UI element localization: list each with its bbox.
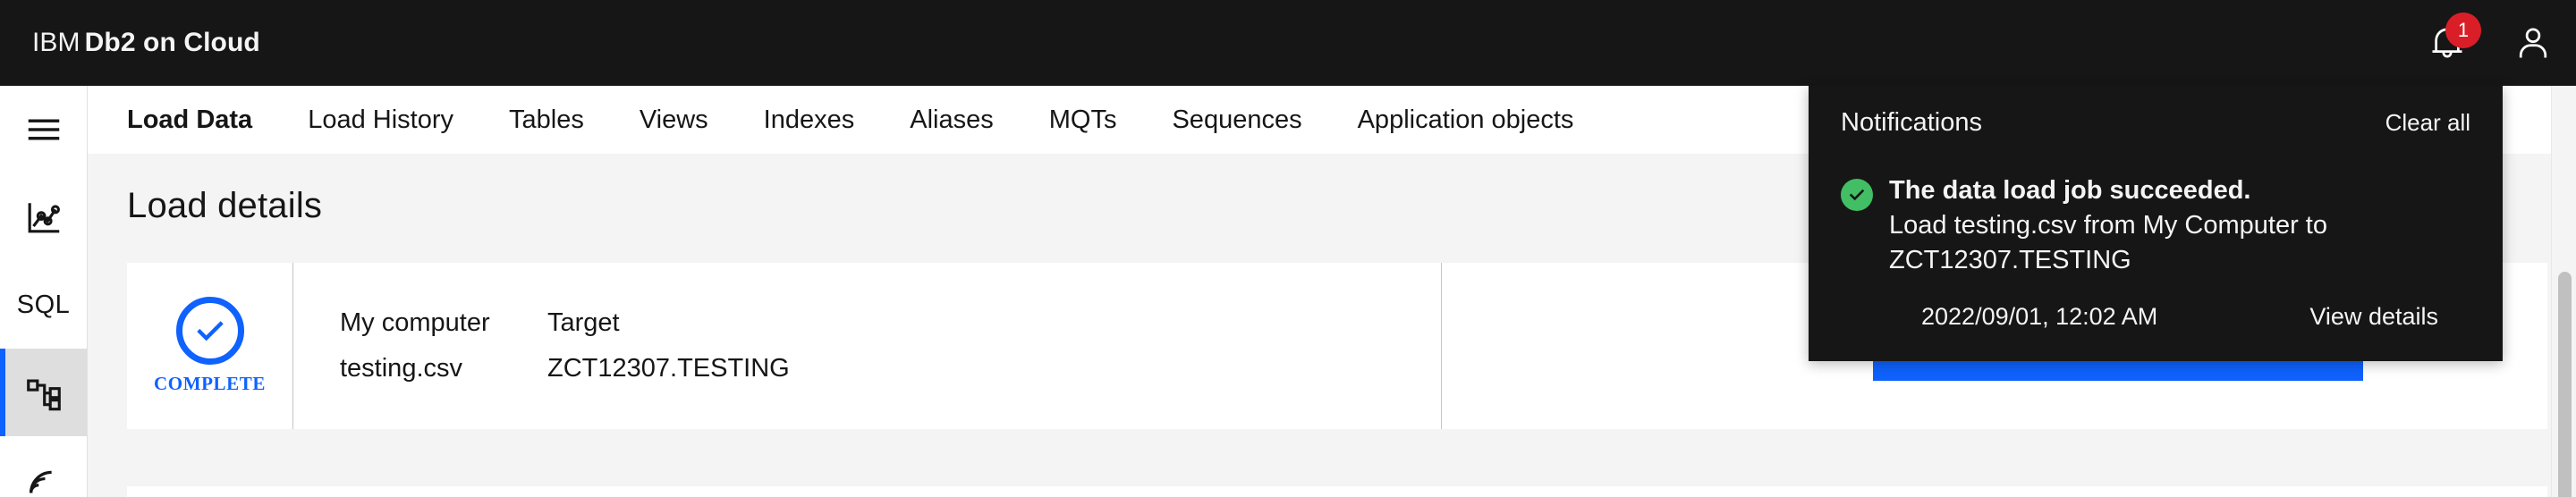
user-account-button[interactable] [2490, 0, 2576, 86]
sql-label: SQL [16, 290, 71, 319]
global-header: IBM Db2 on Cloud 1 [0, 0, 2576, 86]
hamburger-menu-icon [28, 119, 59, 140]
sidebar-item-connect[interactable] [0, 436, 87, 497]
notification-text: The data load job succeeded. Load testin… [1889, 173, 2327, 278]
target-value: ZCT12307.TESTING [547, 354, 790, 383]
user-avatar-icon [2519, 28, 2547, 58]
load-status-block: COMPLETE [127, 263, 293, 429]
status-badge: COMPLETE [154, 373, 266, 394]
chart-line-icon [28, 203, 60, 233]
sidebar-item-sql[interactable]: SQL [0, 261, 87, 349]
lower-detail-panel [127, 486, 2547, 497]
notification-title: The data load job succeeded. [1889, 176, 2251, 205]
notifications-panel: Notifications Clear all The data load jo… [1809, 86, 2503, 361]
tab-aliases[interactable]: Aliases [910, 86, 994, 154]
sidebar-item-data[interactable] [0, 349, 87, 436]
notifications-title: Notifications [1841, 107, 1982, 137]
vertical-scrollbar[interactable] [2551, 86, 2576, 497]
checkmark-circle-icon [175, 297, 244, 365]
notifications-panel-header: Notifications Clear all [1809, 86, 2503, 159]
left-nav-rail: SQL [0, 86, 88, 497]
brand-ibm: IBM [32, 28, 80, 57]
scrollbar-thumb[interactable] [2558, 272, 2572, 497]
signal-icon [29, 470, 52, 493]
tab-load-data[interactable]: Load Data [127, 86, 252, 154]
notifications-button[interactable]: 1 [2404, 0, 2490, 86]
notification-description-line2: ZCT12307.TESTING [1889, 245, 2131, 274]
tab-load-history[interactable]: Load History [308, 86, 453, 154]
tab-views[interactable]: Views [640, 86, 708, 154]
notification-count-badge: 1 [2445, 13, 2481, 48]
load-info-block: My computer Target testing.csv ZCT12307.… [293, 263, 1442, 429]
success-check-icon [1841, 179, 1873, 211]
bell-icon-wrap: 1 [2428, 13, 2481, 63]
brand-product: Db2 on Cloud [84, 28, 260, 57]
load-info-grid: My computer Target testing.csv ZCT12307.… [340, 308, 790, 383]
notification-footer: 2022/09/01, 12:02 AM View details [1841, 278, 2470, 361]
tab-application-objects[interactable]: Application objects [1358, 86, 1574, 154]
clear-all-button[interactable]: Clear all [2385, 109, 2470, 137]
source-header: My computer [340, 308, 490, 337]
sidebar-item-monitoring[interactable] [0, 173, 87, 261]
brand-title: IBM Db2 on Cloud [32, 28, 260, 58]
checkmark-icon [196, 321, 224, 341]
check-glyph-icon [1849, 189, 1865, 201]
notification-description-line1: Load testing.csv from My Computer to [1889, 210, 2327, 240]
notification-body: The data load job succeeded. Load testin… [1841, 173, 2470, 278]
source-value: testing.csv [340, 354, 462, 383]
notification-timestamp: 2022/09/01, 12:02 AM [1921, 302, 2158, 330]
tab-sequences[interactable]: Sequences [1172, 86, 1301, 154]
tab-tables[interactable]: Tables [509, 86, 584, 154]
target-header: Target [547, 308, 620, 337]
app-root: IBM Db2 on Cloud 1 SQL Load Data Load Hi… [0, 0, 2576, 497]
view-details-link[interactable]: View details [2309, 303, 2438, 331]
sidebar-item-menu[interactable] [0, 86, 87, 173]
tab-indexes[interactable]: Indexes [764, 86, 855, 154]
data-tree-icon [26, 379, 61, 411]
notification-item[interactable]: The data load job succeeded. Load testin… [1809, 159, 2503, 361]
tab-mqts[interactable]: MQTs [1049, 86, 1117, 154]
